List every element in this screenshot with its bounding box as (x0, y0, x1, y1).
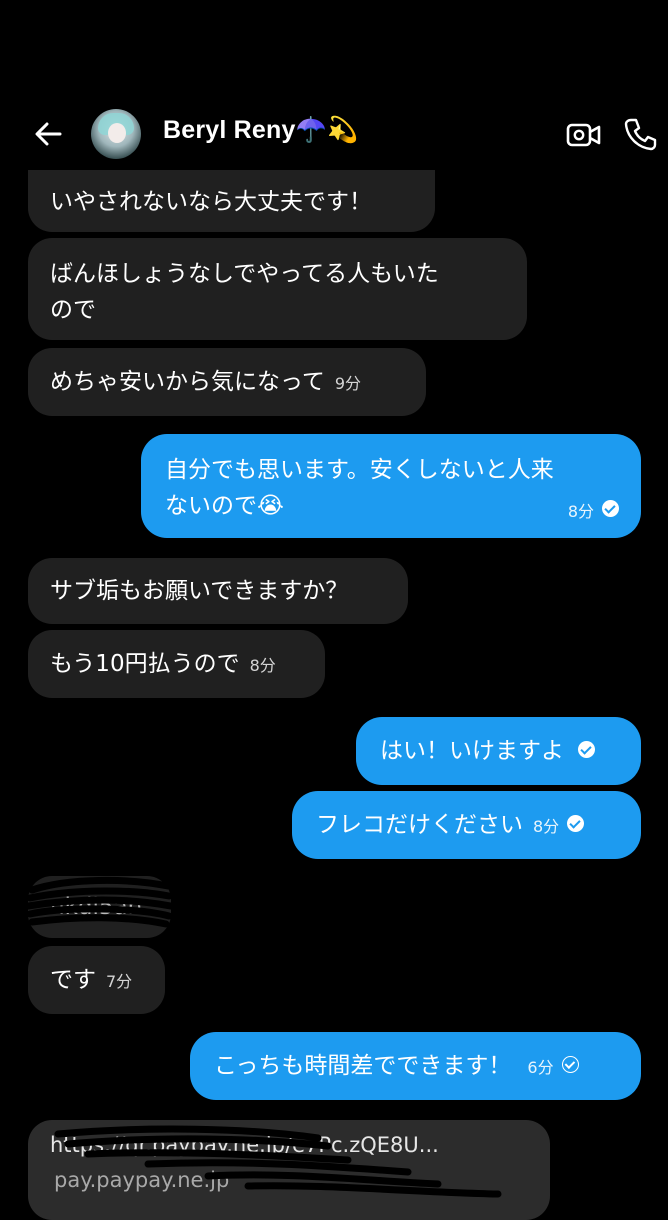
message-text: もう10円払うので (50, 651, 240, 677)
message-row: こっちも時間差でできます！ 6分 (214, 1048, 579, 1086)
message-bubble[interactable]: 自分でも思います。安くしないと人来 ないので😭 8分 (141, 434, 641, 538)
message-text-line: ないので😭 (165, 493, 284, 519)
message-row: はい！いけますよ (380, 733, 595, 769)
check-circle-icon (602, 500, 619, 517)
redaction-scribble (54, 1125, 502, 1198)
conversation-header: Beryl Reny☂️💫 (0, 100, 668, 170)
message-bubble[interactable]: こっちも時間差でできます！ 6分 (190, 1032, 641, 1100)
message-bubble[interactable]: です 7分 (28, 946, 165, 1014)
message-bubble[interactable]: ばんほしょうなしでやってる人もいた ので (28, 238, 527, 340)
check-circle-icon (567, 815, 585, 832)
message-time: 8分 (249, 656, 276, 675)
message-bubble[interactable]: nkdl5an (28, 876, 171, 938)
message-row: めちゃ安いから気になって 9分 (50, 364, 361, 402)
message-text-line: ので (50, 297, 96, 323)
back-arrow-icon[interactable] (28, 114, 68, 154)
message-time: 8分 (533, 817, 560, 836)
message-bubble[interactable]: はい！いけますよ (356, 717, 641, 785)
message-bubble[interactable]: いやされないなら大丈夫です！ (28, 170, 435, 232)
video-call-icon[interactable] (566, 117, 602, 153)
message-text: はい！いけますよ (380, 738, 564, 764)
message-row: フレコだけください 8分 (316, 807, 585, 845)
message-text-line: ばんほしょうなしでやってる人もいた (50, 261, 439, 287)
check-circle-icon (578, 741, 595, 758)
avatar[interactable] (91, 109, 141, 159)
message-meta: 8分 (558, 492, 619, 530)
message-text: めちゃ安いから気になって (50, 369, 325, 395)
message-row: です 7分 (50, 962, 132, 1000)
message-bubble[interactable]: フレコだけください 8分 (292, 791, 641, 859)
message-text: こっちも時間差でできます！ (214, 1053, 512, 1079)
check-circle-icon (561, 1056, 579, 1073)
message-time: 9分 (334, 374, 362, 393)
message-time: 8分 (567, 502, 594, 521)
message-text: いやされないなら大丈夫です！ (50, 189, 372, 215)
message-time: 6分 (527, 1058, 554, 1077)
redaction-scribble (28, 876, 171, 928)
message-bubble[interactable]: サブ垢もお願いできますか？ (28, 558, 408, 624)
contact-name[interactable]: Beryl Reny☂️💫 (163, 116, 358, 145)
message-text: フレコだけください (316, 812, 523, 838)
message-bubble[interactable]: もう10円払うので 8分 (28, 630, 325, 698)
message-text: です (50, 967, 96, 993)
message-time: 7分 (106, 972, 133, 991)
message-bubble[interactable]: めちゃ安いから気になって 9分 (28, 348, 426, 416)
message-text-line: 自分でも思います。安くしないと人来 (165, 457, 554, 483)
link-preview-card[interactable]: https://qr.paypay.ne.jp/e7Pc.zQE8U... pa… (28, 1120, 550, 1220)
message-row: もう10円払うので 8分 (50, 646, 276, 684)
message-text: サブ垢もお願いできますか？ (50, 578, 349, 604)
phone-icon[interactable] (622, 116, 658, 152)
